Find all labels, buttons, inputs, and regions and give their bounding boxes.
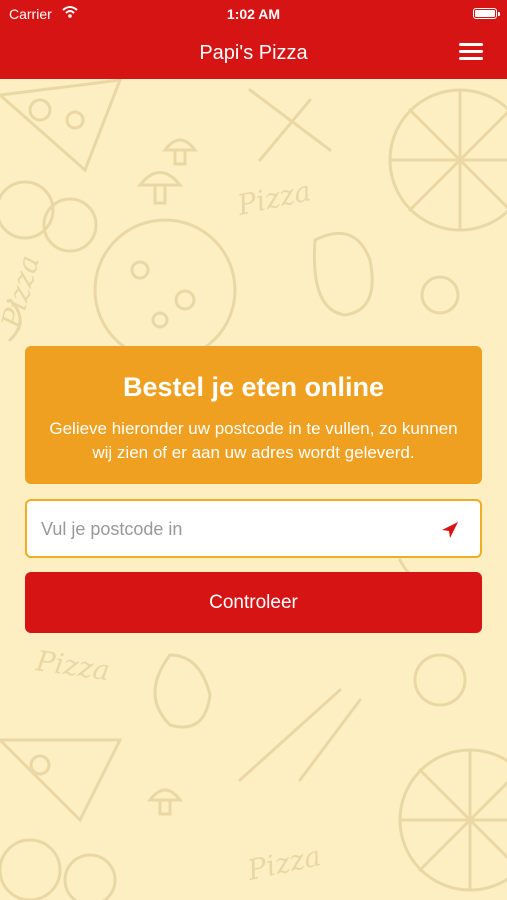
- doodle-text: Pizza: [234, 174, 314, 222]
- battery-icon: [473, 8, 500, 19]
- location-arrow-icon[interactable]: [440, 520, 460, 540]
- card-title: Bestel je eten online: [122, 372, 385, 402]
- hamburger-menu-icon[interactable]: [459, 43, 483, 61]
- status-time: 1:02 AM: [226, 6, 281, 22]
- page-title: Papi's Pizza: [199, 42, 308, 64]
- order-online-card: Bestel je eten online Gelieve hieronder …: [25, 346, 482, 484]
- postcode-field: [25, 499, 482, 558]
- doodle-text: Pizza: [0, 252, 46, 333]
- postcode-input[interactable]: [39, 501, 423, 558]
- check-button[interactable]: Controleer: [25, 572, 482, 633]
- status-bar: Carrier 1:02 AM: [0, 0, 507, 28]
- app-header: Carrier 1:02 AM Papi's Pizza: [0, 0, 507, 79]
- doodle-text: Pizza: [33, 644, 112, 687]
- doodle-text: Pizza: [244, 839, 324, 887]
- card-description: Gelieve hieronder uw postcode in te vull…: [49, 419, 458, 462]
